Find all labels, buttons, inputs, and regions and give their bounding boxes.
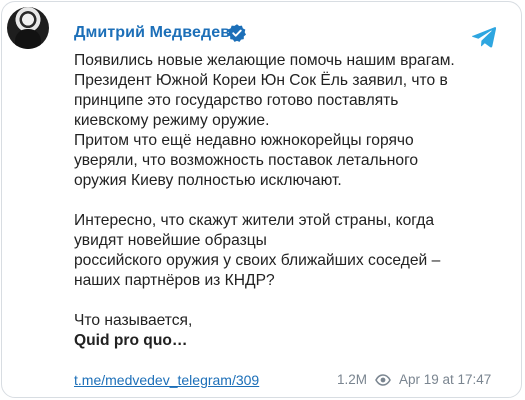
post-line: Президент Южной Кореи Юн Сок Ёль заявил,… (74, 72, 448, 89)
post-footer: t.me/medvedev_telegram/309 1.2M Apr 19 a… (74, 372, 504, 392)
post-line: Интересно, что скажут жители этой страны… (74, 212, 435, 229)
avatar-figure (15, 29, 41, 49)
post-line: оружия Киеву полностью исключают. (74, 172, 342, 189)
author-name[interactable]: Дмитрий Медведев (74, 24, 230, 42)
post-line: увидят новейшие образцы (74, 232, 267, 249)
post-line: Что называется, (74, 312, 193, 329)
post-line-bold: Quid pro quo… (74, 332, 188, 349)
view-count: 1.2M (337, 372, 368, 387)
telegram-logo-icon[interactable] (472, 26, 496, 48)
verified-badge-icon (227, 24, 246, 42)
post-line: принципе это государство готово поставля… (74, 92, 399, 109)
post-line: российского оружия у своих ближайших сос… (74, 252, 441, 269)
post-link[interactable]: t.me/medvedev_telegram/309 (74, 372, 259, 388)
author-avatar[interactable] (7, 7, 49, 49)
post-text: Появились новые желающие помочь нашим вр… (74, 51, 504, 351)
telegram-post-card: Дмитрий Медведев Появились новые желающи… (1, 1, 522, 398)
post-line: наших партнёров из КНДР? (74, 272, 275, 289)
post-line: Притом что ещё недавно южнокорейцы горяч… (74, 132, 414, 149)
post-line: Появились новые желающие помочь нашим вр… (74, 52, 455, 69)
post-line: киевскому режиму оружие. (74, 112, 270, 129)
post-date[interactable]: Apr 19 at 17:47 (399, 372, 491, 387)
post-line: уверяли, что возможность поставок леталь… (74, 152, 419, 169)
eye-icon (375, 374, 391, 386)
